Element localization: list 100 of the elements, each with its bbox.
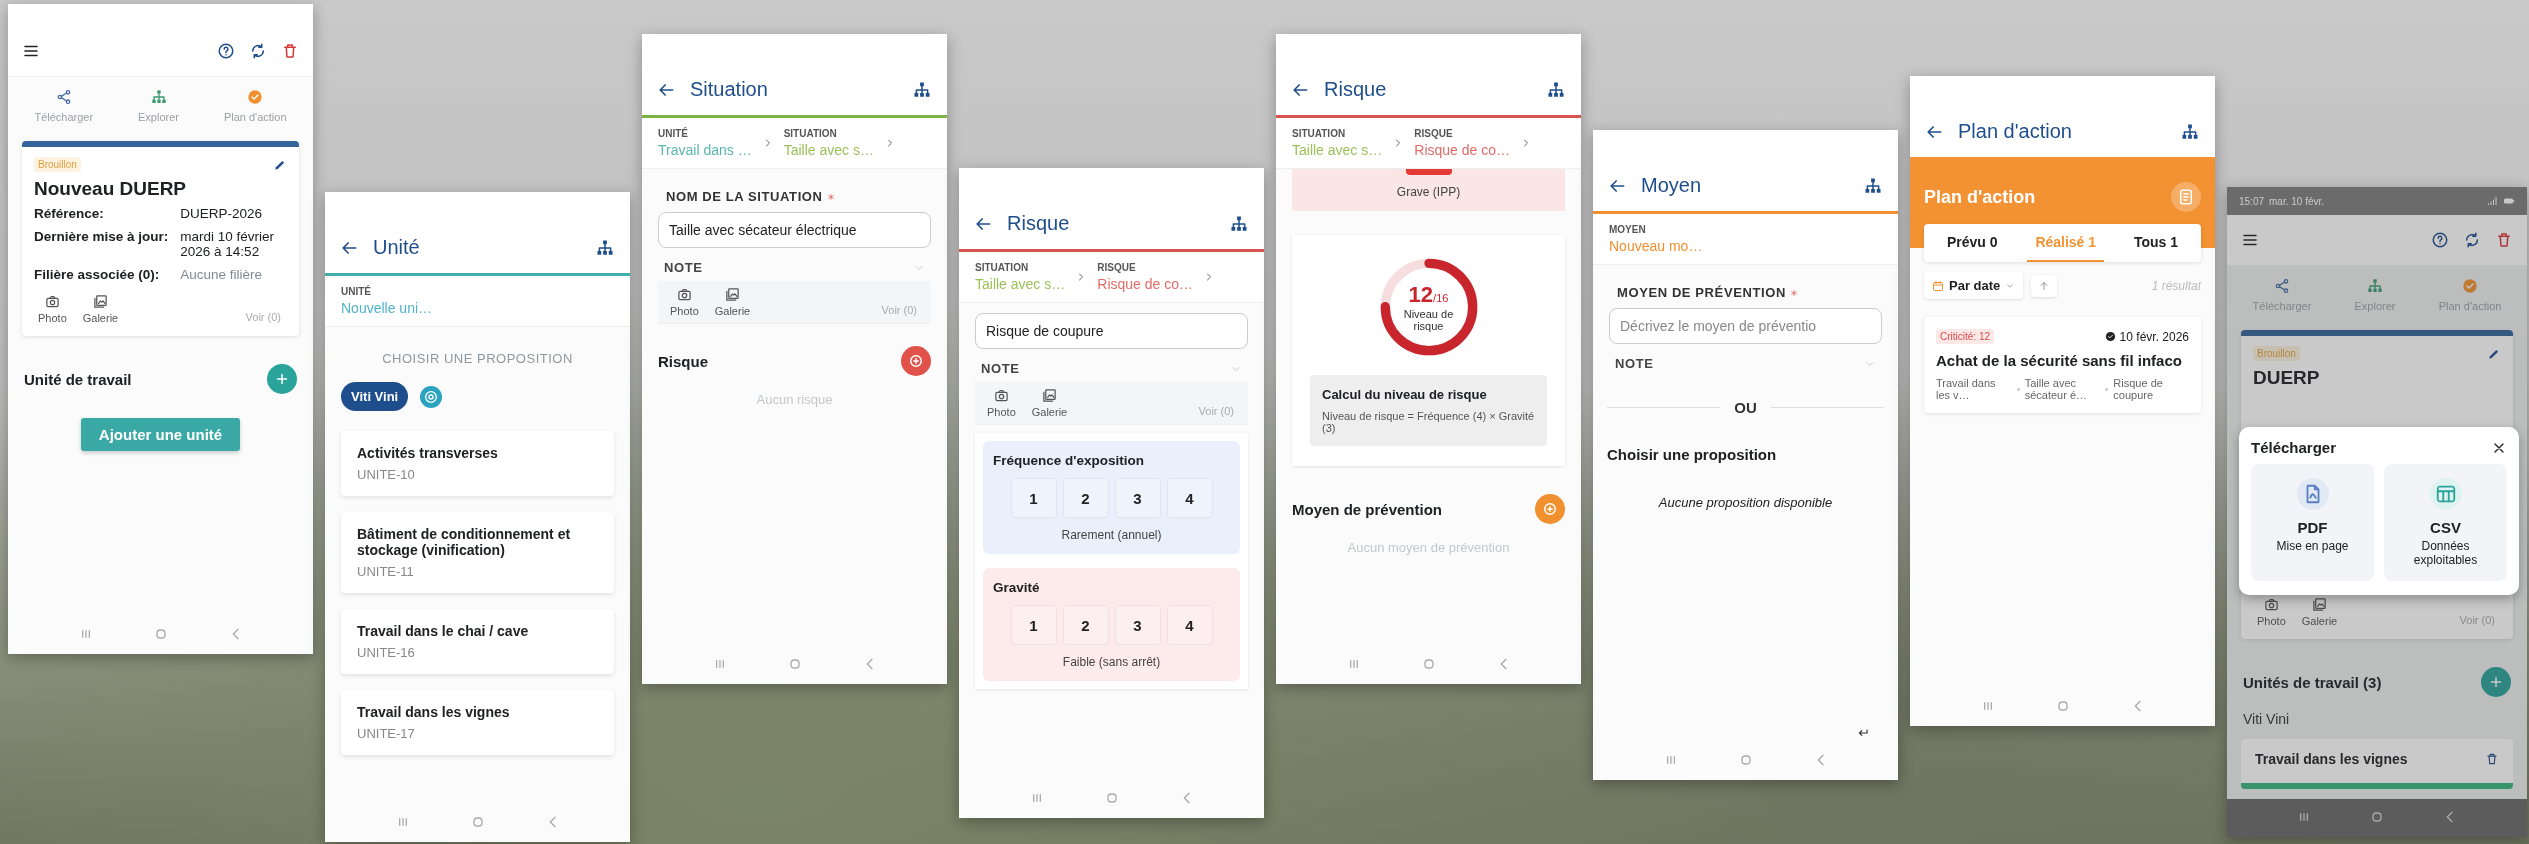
camera-icon [44,294,60,309]
gallery-button[interactable]: Galerie [710,287,755,317]
field-label: Référence: [34,206,105,221]
rating-caption: Rarement (annuel) [1061,528,1162,542]
camera-icon [993,388,1009,403]
unit-name: Travail dans les vignes [357,704,511,720]
rating-option[interactable]: 2 [1062,478,1109,518]
text-input-field[interactable]: Décrivez le moyen de préventio [1609,308,1882,344]
field-value: mardi 10 février 2026 à 14:52 [180,229,276,259]
empty-message: Aucun risque [755,391,834,409]
photo-button[interactable]: Photo [2253,597,2290,627]
photo-button[interactable]: Photo [666,287,703,317]
field-value: DUERP-2026 [180,206,264,221]
home-icon[interactable] [2369,809,2385,825]
delete-icon[interactable] [281,42,299,60]
rating-option[interactable]: 4 [1166,605,1213,645]
target-icon[interactable] [420,385,443,408]
hierarchy-icon[interactable] [2181,122,2199,141]
rating-option[interactable]: 1 [1010,605,1057,645]
result-count: 1 résultat [2151,278,2201,293]
document-icon[interactable] [2171,182,2201,212]
breadcrumb-label: UNITÉ [658,128,689,139]
add-button[interactable] [267,364,297,394]
unit-card[interactable]: Travail dans le chai / cave UNITE-16 [341,609,614,674]
rating-title: Fréquence d'exposition [993,453,1144,468]
gallery-button[interactable]: Galerie [2297,597,2342,627]
delete-icon[interactable] [2485,752,2499,766]
banner-title: Plan d'action [1924,186,2036,208]
criticality-badge: Criticité: 12 [1936,329,1994,344]
delete-icon[interactable] [2495,231,2513,249]
share-icon [2273,278,2290,294]
field-label: Dernière mise à jour: [34,229,169,246]
hierarchy-icon[interactable] [1230,214,1248,233]
unit-card[interactable]: Activités transverses UNITE-10 [341,431,614,496]
photo-button[interactable]: Photo [34,294,71,324]
text-input-field[interactable]: Taille avec sécateur électrique [658,212,931,248]
sort-direction-button[interactable] [2031,274,2058,297]
section-title: Risque [658,352,708,370]
camera-icon [676,287,692,302]
empty-message: Aucune proposition disponible [1657,494,1834,512]
rating-option[interactable]: 3 [1114,478,1161,518]
rating-option[interactable]: 2 [1062,605,1109,645]
document-title: Nouveau DUERP [34,178,188,200]
category-chip[interactable]: Viti Vini [341,382,409,411]
score-label: Niveau de risque [1402,308,1455,332]
gallery-button[interactable]: Galerie [1027,388,1072,418]
note-label[interactable]: NOTE [1615,356,1654,371]
unit-code: UNITE-17 [357,726,416,741]
sort-dropdown[interactable]: Par date [1924,272,2024,299]
filter-tab[interactable]: Prévu 0 [1938,224,2006,262]
unit-card[interactable]: Bâtiment de conditionnement et stockage (vinification) UNITE-11 [341,512,614,593]
breadcrumb-label: SITUATION [1292,128,1347,139]
risk-name-field[interactable]: Risque de coupure [975,313,1248,349]
action-title: Achat de la sécurité sans fil infaco [1936,352,2183,369]
date-label: 10 févr. 2026 [2119,329,2189,344]
breadcrumb-label: SITUATION [975,262,1030,273]
add-button[interactable] [2481,667,2511,697]
hierarchy-icon[interactable] [1547,80,1565,99]
unit-name: Travail dans le chai / cave [357,623,530,639]
unit-card[interactable]: Travail dans les vignes UNITE-17 [341,690,614,755]
gallery-icon [2312,597,2327,612]
action-card[interactable]: Criticité: 12 10 févr. 2026 Achat de la sécurité sans fil infaco Travail dans les v… Taille avec sécateur é… Risque de coupure [1924,317,2201,413]
export-option[interactable]: PDF Mise en page [2251,464,2374,581]
export-option[interactable]: CSV Données exploitables [2384,464,2507,581]
unit-name: Travail dans les vignes [2255,751,2409,767]
unit-card[interactable]: Travail dans les vignes [2241,739,2513,789]
section-title: Unité de travail [24,370,132,388]
required-icon [826,192,835,201]
rating-option[interactable]: 3 [1114,605,1161,645]
filter-tab[interactable]: Tous 1 [2125,224,2187,262]
status-badge: Brouillon [34,157,81,172]
sync-icon[interactable] [249,42,267,60]
gallery-button[interactable]: Galerie [78,294,123,324]
hierarchy-icon[interactable] [596,238,614,257]
note-label[interactable]: NOTE [981,361,1020,376]
rating-option[interactable]: 1 [1010,478,1057,518]
rating-title: Gravité [993,580,1040,595]
unit-name: Bâtiment de conditionnement et stockage (vinification) [357,526,572,558]
unit-code: UNITE-16 [357,645,416,660]
rating-option[interactable]: 4 [1166,478,1213,518]
context-tag: Risque de coupure [2113,377,2189,401]
sync-icon[interactable] [2463,231,2481,249]
note-label[interactable]: NOTE [664,260,703,275]
context-tag: Travail dans les v… [1936,377,2012,401]
severity-caption: Grave (IPP) [1396,185,1461,199]
risk-score: 12/16 [1408,282,1449,308]
share-icon [55,89,72,105]
field-label: MOYEN DE PRÉVENTION [1617,285,1786,300]
hierarchy-icon[interactable] [913,80,931,99]
breadcrumb-label: SITUATION [783,128,838,139]
help-icon[interactable] [217,42,235,60]
photo-button[interactable]: Photo [983,388,1020,418]
help-icon[interactable] [2431,231,2449,249]
breadcrumb-label: UNITÉ [341,286,372,297]
add-button[interactable] [901,346,931,376]
add-button[interactable] [1535,494,1565,524]
hierarchy-icon[interactable] [1864,176,1882,195]
section-title: Unités de travail (3) [2243,673,2382,691]
field-value: Aucune filière [180,267,264,282]
check-circle-icon [2104,331,2116,342]
